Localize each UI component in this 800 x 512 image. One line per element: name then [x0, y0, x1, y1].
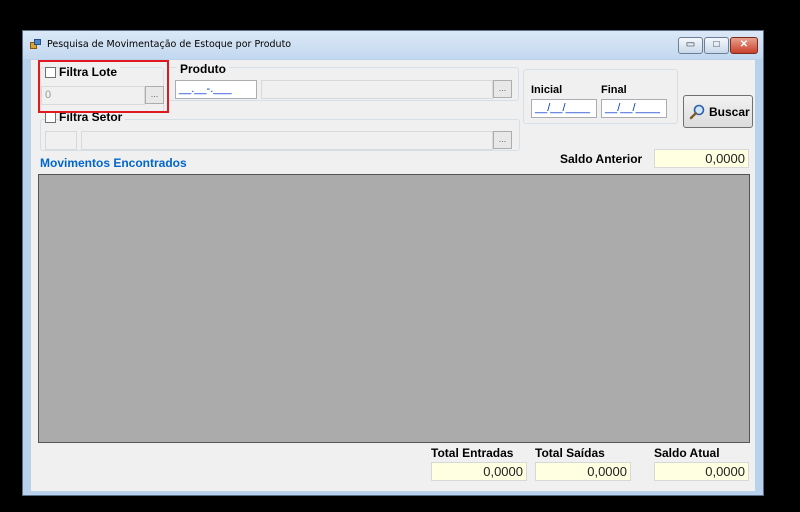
total-saidas-value: 0,0000	[535, 462, 631, 481]
total-entradas-value: 0,0000	[431, 462, 527, 481]
main-window: Pesquisa de Movimentação de Estoque por …	[22, 30, 764, 496]
produto-description-input[interactable]	[261, 80, 493, 99]
total-saidas-label: Total Saídas	[535, 446, 605, 460]
movimentos-heading: Movimentos Encontrados	[40, 156, 187, 170]
setor-code-input[interactable]	[45, 131, 77, 150]
inicial-label: Inicial	[531, 84, 563, 96]
close-button[interactable]: ✕	[730, 37, 758, 54]
data-final-input[interactable]: __/__/____	[601, 99, 667, 118]
saldo-anterior-value: 0,0000	[654, 149, 749, 168]
saldo-atual-label: Saldo Atual	[654, 446, 720, 460]
buscar-label: Buscar	[709, 105, 750, 119]
form-client-area: Filtra Lote 0 ... Produto __.__-.___ ...…	[31, 60, 755, 491]
setor-description-input[interactable]	[81, 131, 493, 150]
buscar-button[interactable]: Buscar	[683, 95, 753, 128]
minimize-button[interactable]: ▭	[678, 37, 703, 54]
saldo-atual-value: 0,0000	[654, 462, 749, 481]
total-entradas-label: Total Entradas	[431, 446, 514, 460]
data-inicial-input[interactable]: __/__/____	[531, 99, 597, 118]
magnifier-icon	[689, 104, 705, 120]
produto-browse-button[interactable]: ...	[493, 80, 512, 98]
movimentos-grid[interactable]	[38, 174, 750, 443]
maximize-button[interactable]: □	[704, 37, 729, 54]
saldo-anterior-label: Saldo Anterior	[560, 152, 643, 166]
filtra-setor-checkbox[interactable]	[45, 112, 56, 123]
produto-code-input[interactable]: __.__-.___	[175, 80, 257, 99]
title-bar[interactable]: Pesquisa de Movimentação de Estoque por …	[23, 31, 763, 59]
window-title: Pesquisa de Movimentação de Estoque por …	[47, 39, 292, 50]
setor-browse-button[interactable]: ...	[493, 131, 512, 149]
highlight-box	[38, 60, 169, 113]
produto-label: Produto	[177, 62, 229, 76]
final-label: Final	[601, 84, 627, 96]
app-icon	[30, 39, 41, 50]
